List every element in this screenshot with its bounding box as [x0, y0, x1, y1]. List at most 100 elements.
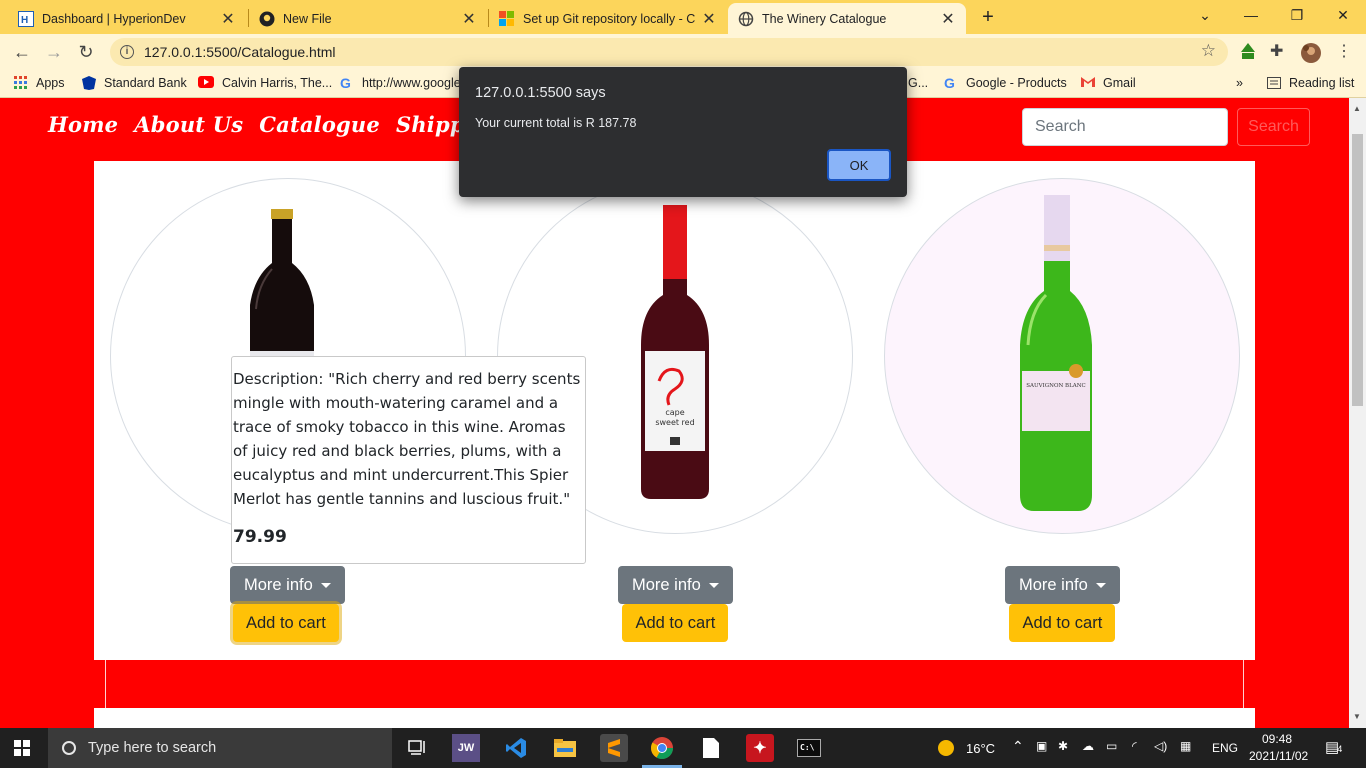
- row-divider: [105, 660, 106, 710]
- language-indicator[interactable]: ENG: [1212, 741, 1238, 755]
- tab-hyperiondev[interactable]: H Dashboard | HyperionDev ✕: [8, 3, 246, 34]
- site-info-icon[interactable]: i: [120, 45, 134, 59]
- meet-now-icon[interactable]: ▣: [1036, 739, 1047, 753]
- search-button[interactable]: Search: [1237, 108, 1310, 146]
- profile-avatar[interactable]: [1300, 42, 1321, 63]
- bookmark-label: Gmail: [1103, 76, 1136, 90]
- taskbar-search[interactable]: Type here to search: [48, 728, 392, 768]
- address-bar[interactable]: i 127.0.0.1:5500/Catalogue.html ☆: [110, 38, 1228, 66]
- tab-search-chevron-icon[interactable]: ⌄: [1182, 0, 1228, 30]
- search-input[interactable]: [1022, 108, 1228, 146]
- show-hidden-icons-chevron-icon[interactable]: ⌃: [1012, 738, 1024, 755]
- product-description: Description: "Rich cherry and red berry …: [233, 370, 581, 508]
- bookmark-label: Google - Products: [966, 76, 1067, 90]
- card-actions: More info Add to cart: [230, 566, 345, 642]
- minimize-icon[interactable]: —: [1228, 0, 1274, 30]
- acrobat-icon[interactable]: ✦: [746, 734, 774, 762]
- caret-down-icon: [320, 582, 331, 588]
- youtube-icon: [198, 76, 214, 90]
- tab-title: Dashboard | HyperionDev: [42, 11, 186, 26]
- bookmark-google-url[interactable]: G http://www.google: [340, 76, 461, 90]
- scrollbar-thumb[interactable]: [1352, 134, 1363, 406]
- forward-icon[interactable]: →: [42, 40, 66, 64]
- jw-app-icon[interactable]: JW: [452, 734, 480, 762]
- notification-center-icon[interactable]: ▤4: [1325, 738, 1342, 756]
- close-tab-icon[interactable]: ✕: [220, 9, 236, 29]
- weather-sun-icon[interactable]: [932, 734, 960, 762]
- microsoft-icon: [499, 10, 515, 27]
- bookmark-star-icon[interactable]: ☆: [1201, 41, 1216, 61]
- bookmark-label: Standard Bank: [104, 76, 187, 90]
- nav-about-us[interactable]: About Us: [134, 112, 243, 137]
- hyperiondev-icon: H: [18, 10, 34, 27]
- browser-menu-icon[interactable]: ⋮: [1334, 42, 1354, 62]
- battery-icon[interactable]: ▭: [1106, 739, 1117, 753]
- scroll-up-icon[interactable]: ▲: [1353, 104, 1361, 113]
- product-card-row2-3: [868, 708, 1255, 728]
- reading-list[interactable]: Reading list: [1267, 76, 1354, 90]
- reading-list-label: Reading list: [1289, 76, 1355, 90]
- more-info-dropdown-button[interactable]: More info: [1005, 566, 1120, 604]
- tab-strip: H Dashboard | HyperionDev ✕ New File ✕ S…: [0, 0, 1366, 34]
- dropbox-icon[interactable]: ✱: [1058, 739, 1068, 753]
- chrome-icon[interactable]: [648, 734, 676, 762]
- clock-date[interactable]: 2021/11/02: [1249, 749, 1308, 763]
- add-to-cart-button[interactable]: Add to cart: [233, 604, 339, 642]
- tab-git-setup[interactable]: Set up Git repository locally - Co ✕: [489, 3, 727, 34]
- restore-icon[interactable]: ❐: [1274, 0, 1320, 30]
- alert-ok-button[interactable]: OK: [827, 149, 891, 181]
- bookmark-standard-bank[interactable]: Standard Bank: [82, 76, 187, 90]
- bookmark-gmail[interactable]: Gmail: [1081, 76, 1136, 90]
- onedrive-cloud-icon[interactable]: ☁: [1082, 739, 1094, 753]
- alert-dialog: 127.0.0.1:5500 says Your current total i…: [459, 67, 907, 197]
- weather-temperature[interactable]: 16°C: [966, 741, 995, 756]
- back-icon[interactable]: ←: [10, 40, 34, 64]
- windows-start-icon[interactable]: [14, 740, 30, 756]
- page-scrollbar[interactable]: ▲ ▼: [1349, 98, 1366, 728]
- new-tab-icon[interactable]: +: [976, 6, 1000, 30]
- nav-catalogue[interactable]: Catalogue: [259, 112, 380, 137]
- close-tab-icon[interactable]: ✕: [701, 9, 717, 29]
- bookmark-google-products[interactable]: G Google - Products: [944, 76, 1067, 90]
- tab-title: New File: [283, 11, 332, 26]
- file-explorer-icon[interactable]: [551, 734, 579, 762]
- product-card-sauvignon-blanc: SAUVIGNON BLANC More info Add to cart: [868, 161, 1255, 660]
- github-icon: [259, 11, 275, 27]
- google-icon: G: [340, 75, 351, 91]
- bookmark-apps[interactable]: Apps: [14, 76, 65, 90]
- wine-bottle-merlot-image: [250, 209, 314, 365]
- add-to-cart-button[interactable]: Add to cart: [622, 604, 729, 642]
- notepad-icon[interactable]: [697, 734, 725, 762]
- terminal-icon[interactable]: C:\: [795, 734, 823, 762]
- taskbar-search-placeholder: Type here to search: [88, 740, 217, 756]
- tab-new-file[interactable]: New File ✕: [249, 3, 487, 34]
- volume-icon[interactable]: ◁): [1154, 739, 1167, 753]
- wifi-icon[interactable]: ◜: [1132, 739, 1137, 753]
- close-tab-icon[interactable]: ✕: [940, 9, 956, 29]
- nav-home[interactable]: Home: [48, 112, 118, 137]
- sublime-text-icon[interactable]: [600, 734, 628, 762]
- extensions-puzzle-icon[interactable]: ✚: [1270, 42, 1290, 62]
- task-view-icon[interactable]: [404, 734, 432, 762]
- alert-message: Your current total is R 187.78: [475, 116, 637, 130]
- bookmark-google-short[interactable]: G...: [908, 76, 928, 90]
- keyboard-icon[interactable]: ▦: [1180, 739, 1191, 753]
- more-bookmarks-icon[interactable]: »: [1236, 76, 1243, 90]
- html-extension-icon[interactable]: [1238, 42, 1258, 62]
- bookmark-calvin-harris[interactable]: Calvin Harris, The...: [198, 76, 332, 90]
- vscode-icon[interactable]: [502, 734, 530, 762]
- clock-time[interactable]: 09:48: [1262, 732, 1292, 746]
- more-info-dropdown-button[interactable]: More info: [618, 566, 733, 604]
- close-window-icon[interactable]: ✕: [1320, 0, 1366, 30]
- gmail-icon: [1081, 76, 1095, 90]
- add-to-cart-button[interactable]: Add to cart: [1009, 604, 1116, 642]
- svg-text:H: H: [21, 15, 28, 26]
- tab-winery-catalogue[interactable]: The Winery Catalogue ✕: [728, 3, 966, 34]
- row-divider: [1243, 660, 1244, 710]
- notification-count-badge: 4: [1337, 744, 1343, 754]
- globe-icon: [738, 11, 754, 27]
- scroll-down-icon[interactable]: ▼: [1353, 712, 1361, 721]
- reload-icon[interactable]: ↻: [74, 40, 98, 64]
- close-tab-icon[interactable]: ✕: [461, 9, 477, 29]
- more-info-dropdown-button[interactable]: More info: [230, 566, 345, 604]
